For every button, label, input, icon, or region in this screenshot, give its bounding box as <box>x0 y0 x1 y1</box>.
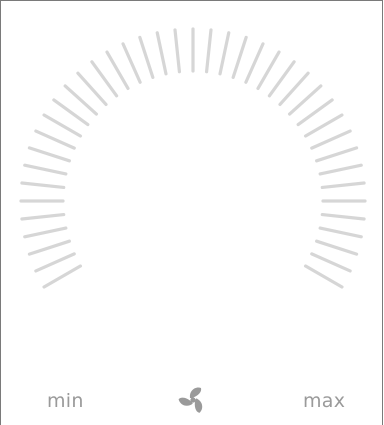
dial-tick <box>42 264 83 289</box>
dial-tick <box>256 50 281 91</box>
dial-tick <box>34 129 76 150</box>
dial-tick <box>320 212 366 221</box>
dial-tick <box>318 163 363 176</box>
dial-tick <box>303 113 344 138</box>
fan-speed-panel: min max <box>0 0 383 425</box>
dial-tick <box>204 28 213 74</box>
dial-tick <box>303 264 344 289</box>
dial-tick <box>20 212 66 221</box>
dial-tick <box>320 181 366 190</box>
dial-tick <box>20 181 66 190</box>
dial-tick <box>155 31 168 76</box>
dial-tick <box>318 226 363 239</box>
dial-tick <box>27 146 71 163</box>
dial-tick <box>23 226 68 239</box>
dial-tick <box>121 42 142 84</box>
dial-tick <box>42 113 83 138</box>
dial-tick <box>310 129 352 150</box>
dial-tick <box>27 239 71 256</box>
dial-tick <box>244 42 265 84</box>
dial-tick <box>23 163 68 176</box>
dial-tick <box>34 252 76 273</box>
fan-speed-dial[interactable] <box>1 1 384 381</box>
dial-tick <box>315 239 359 256</box>
dial-tick <box>218 31 231 76</box>
fan-icon[interactable] <box>174 383 212 417</box>
min-label: min <box>47 390 84 412</box>
dial-tick <box>105 50 130 91</box>
dial-tick <box>173 28 182 74</box>
dial-tick <box>310 252 352 273</box>
max-label: max <box>303 390 346 412</box>
dial-tick <box>315 146 359 163</box>
dial-tick <box>231 35 248 79</box>
dial-tick <box>138 35 155 79</box>
